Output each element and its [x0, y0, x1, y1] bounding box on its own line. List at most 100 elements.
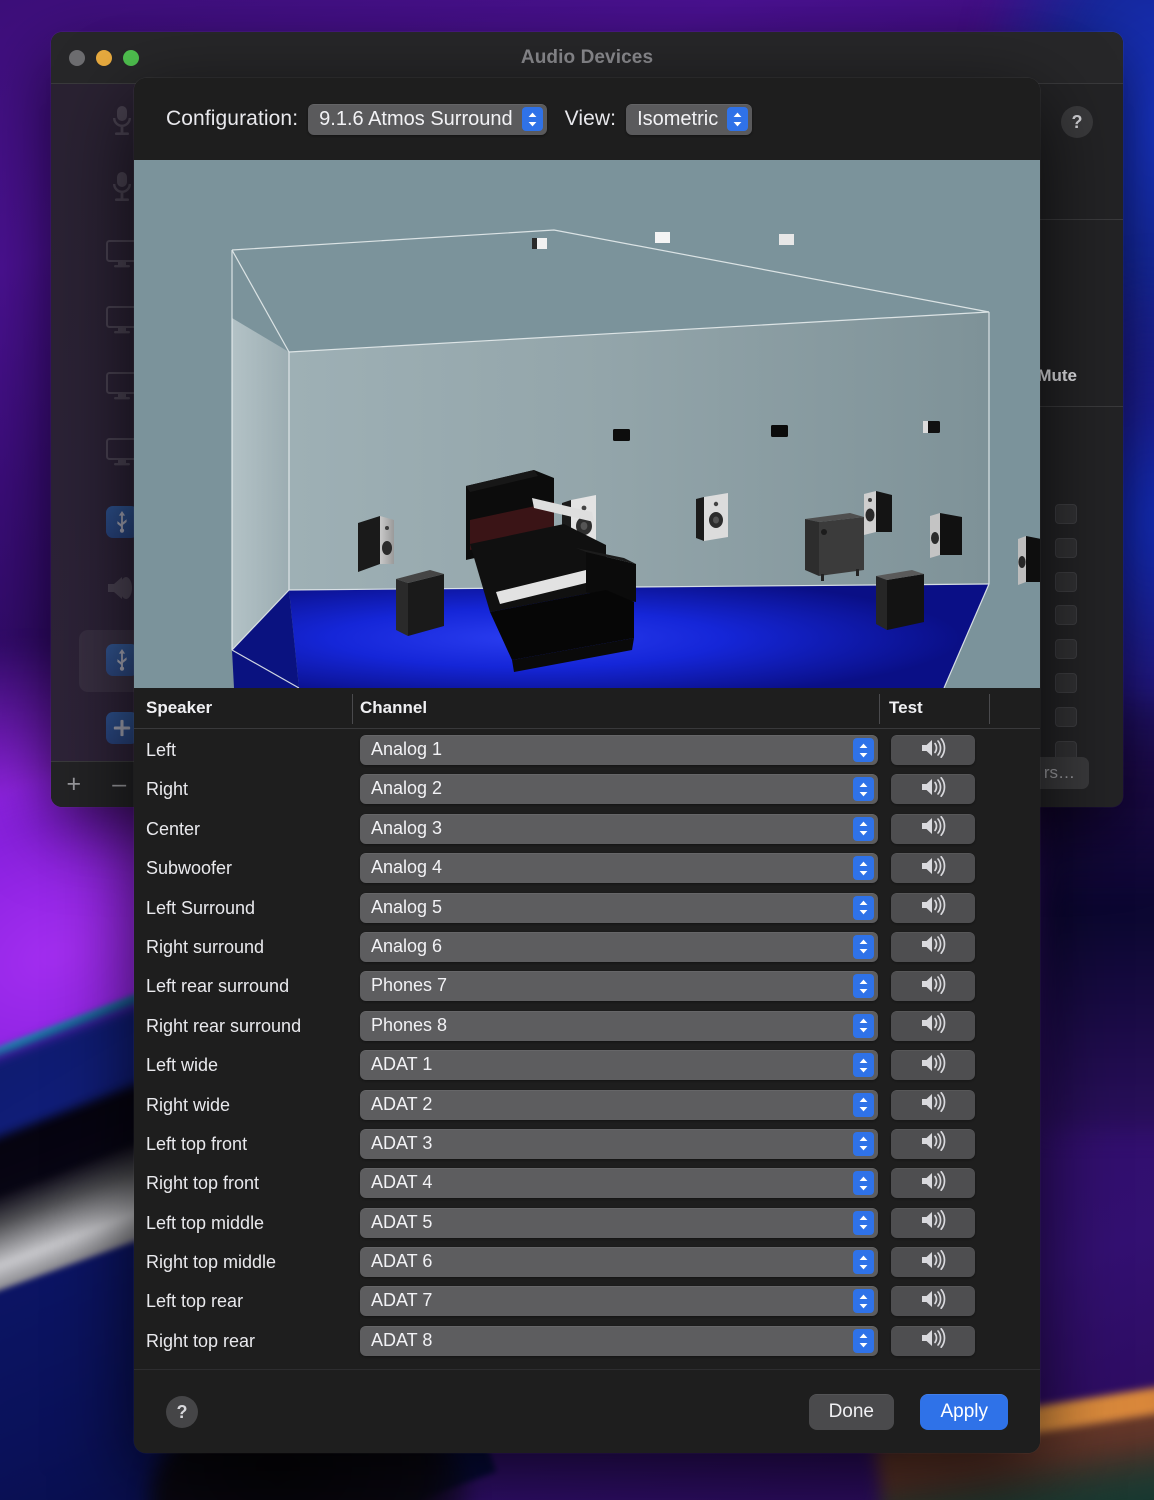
- channel-popup-button[interactable]: Analog 3: [360, 813, 878, 844]
- zoom-button[interactable]: [123, 50, 139, 66]
- configure-speakers-sheet[interactable]: Configuration: 9.1.6 Atmos Surround View…: [134, 78, 1040, 1453]
- test-tone-button[interactable]: [891, 1247, 975, 1278]
- test-tone-button[interactable]: [891, 735, 975, 765]
- channel-value: Phones 7: [371, 975, 448, 996]
- speaker-name: Left top middle: [146, 1212, 265, 1233]
- test-tone-button[interactable]: [891, 1050, 975, 1081]
- speaker-volume-icon: [920, 934, 947, 959]
- speaker-name: Left wide: [146, 1055, 219, 1076]
- sheet-footer: ? Done Apply: [134, 1369, 1040, 1453]
- test-tone-button[interactable]: [891, 892, 975, 923]
- chevron-updown-icon[interactable]: [853, 1092, 874, 1117]
- view-value: Isometric: [637, 107, 719, 130]
- window-title: Audio Devices: [520, 47, 654, 68]
- window-titlebar[interactable]: Audio Devices: [51, 32, 1123, 84]
- subwoofer: [805, 513, 864, 581]
- apply-button[interactable]: Apply: [920, 1394, 1008, 1430]
- view-popup-button[interactable]: Isometric: [626, 103, 753, 135]
- channel-popup-button[interactable]: ADAT 1: [360, 1050, 878, 1081]
- channel-popup-button[interactable]: ADAT 8: [360, 1325, 878, 1356]
- channel-popup-button[interactable]: ADAT 4: [360, 1168, 878, 1199]
- sidebar-action-bar[interactable]: + –: [51, 761, 142, 807]
- mute-checkbox[interactable]: [1055, 673, 1077, 693]
- test-tone-button[interactable]: [891, 1207, 975, 1238]
- chevron-updown-icon[interactable]: [853, 1210, 874, 1235]
- column-header-speaker: Speaker: [146, 698, 213, 717]
- test-tone-button[interactable]: [891, 1010, 975, 1041]
- sheet-header: Configuration: 9.1.6 Atmos Surround View…: [134, 78, 1040, 160]
- test-tone-button[interactable]: [891, 813, 975, 844]
- done-button[interactable]: Done: [808, 1394, 894, 1430]
- room-3d-preview[interactable]: [134, 160, 1040, 688]
- test-tone-button[interactable]: [891, 1128, 975, 1159]
- table-row: Left top middle ADAT 5: [134, 1204, 1040, 1243]
- mute-checkbox[interactable]: [1055, 572, 1077, 592]
- speaker-table-body: Left Analog 1 Right Analog 2 Center Analog 3 S…: [134, 729, 1040, 1369]
- channel-popup-button[interactable]: Phones 8: [360, 1010, 878, 1041]
- close-button[interactable]: [69, 50, 85, 66]
- chevron-updown-icon[interactable]: [853, 1328, 874, 1353]
- speaker-name: Left: [146, 740, 177, 760]
- mute-checkbox[interactable]: [1055, 605, 1077, 625]
- channel-popup-button[interactable]: Analog 5: [360, 892, 878, 923]
- chevron-updown-icon[interactable]: [853, 1171, 874, 1196]
- speaker-name: Right surround: [146, 936, 265, 957]
- channel-popup-button[interactable]: ADAT 3: [360, 1128, 878, 1159]
- chevron-updown-icon[interactable]: [853, 816, 874, 841]
- channel-popup-button[interactable]: ADAT 6: [360, 1247, 878, 1278]
- table-row: Right top middle ADAT 6: [134, 1243, 1040, 1282]
- test-tone-button[interactable]: [891, 1089, 975, 1120]
- channel-popup-button[interactable]: Analog 2: [360, 774, 878, 805]
- chevron-updown-icon[interactable]: [853, 856, 874, 881]
- chevron-updown-icon[interactable]: [853, 1013, 874, 1038]
- chevron-updown-icon[interactable]: [853, 895, 874, 920]
- speaker-name: Center: [146, 818, 201, 839]
- speaker-volume-icon: [920, 1328, 947, 1353]
- channel-popup-button[interactable]: Analog 4: [360, 853, 878, 884]
- subwoofer: [396, 570, 444, 636]
- help-button[interactable]: ?: [1061, 106, 1093, 138]
- channel-value: ADAT 8: [371, 1329, 433, 1350]
- channel-value: Phones 8: [371, 1014, 448, 1035]
- chevron-updown-icon[interactable]: [727, 107, 749, 131]
- test-tone-button[interactable]: [891, 1168, 975, 1199]
- subwoofer: [876, 570, 924, 630]
- test-tone-button[interactable]: [891, 971, 975, 1002]
- mute-checkbox[interactable]: [1055, 707, 1077, 727]
- channel-popup-button[interactable]: ADAT 2: [360, 1089, 878, 1120]
- test-tone-button[interactable]: [891, 1325, 975, 1356]
- mute-checkbox[interactable]: [1055, 504, 1077, 524]
- chevron-updown-icon[interactable]: [853, 738, 874, 762]
- test-tone-button[interactable]: [891, 774, 975, 805]
- minimize-button[interactable]: [96, 50, 112, 66]
- device-sidebar[interactable]: › + –: [51, 84, 157, 807]
- chevron-updown-icon[interactable]: [521, 107, 543, 131]
- channel-popup-button[interactable]: Analog 1: [360, 735, 878, 765]
- column-divider: [352, 694, 353, 724]
- mute-checkbox[interactable]: [1055, 639, 1077, 659]
- speaker-name: Left top front: [146, 1133, 248, 1154]
- chevron-updown-icon[interactable]: [853, 974, 874, 999]
- column-header-test: Test: [889, 698, 923, 717]
- configuration-popup-button[interactable]: 9.1.6 Atmos Surround: [308, 103, 547, 135]
- chevron-updown-icon[interactable]: [853, 777, 874, 802]
- channel-popup-button[interactable]: ADAT 5: [360, 1207, 878, 1238]
- channel-value: Analog 1: [371, 739, 443, 759]
- chevron-updown-icon[interactable]: [853, 1289, 874, 1314]
- test-tone-button[interactable]: [891, 1286, 975, 1317]
- test-tone-button[interactable]: [891, 853, 975, 884]
- chevron-updown-icon[interactable]: [853, 1131, 874, 1156]
- channel-popup-button[interactable]: ADAT 7: [360, 1286, 878, 1317]
- test-tone-button[interactable]: [891, 931, 975, 962]
- add-device-button[interactable]: +: [51, 772, 97, 797]
- channel-popup-button[interactable]: Analog 6: [360, 931, 878, 962]
- mute-checkbox[interactable]: [1055, 538, 1077, 558]
- chevron-updown-icon[interactable]: [853, 1053, 874, 1078]
- speaker-volume-icon: [920, 1052, 947, 1078]
- chevron-updown-icon[interactable]: [853, 934, 874, 959]
- ceiling-speaker: [771, 425, 788, 437]
- chevron-updown-icon[interactable]: [853, 1250, 874, 1275]
- channel-popup-button[interactable]: Phones 7: [360, 971, 878, 1002]
- help-button[interactable]: ?: [166, 1396, 198, 1428]
- speaker-volume-icon: [920, 895, 947, 920]
